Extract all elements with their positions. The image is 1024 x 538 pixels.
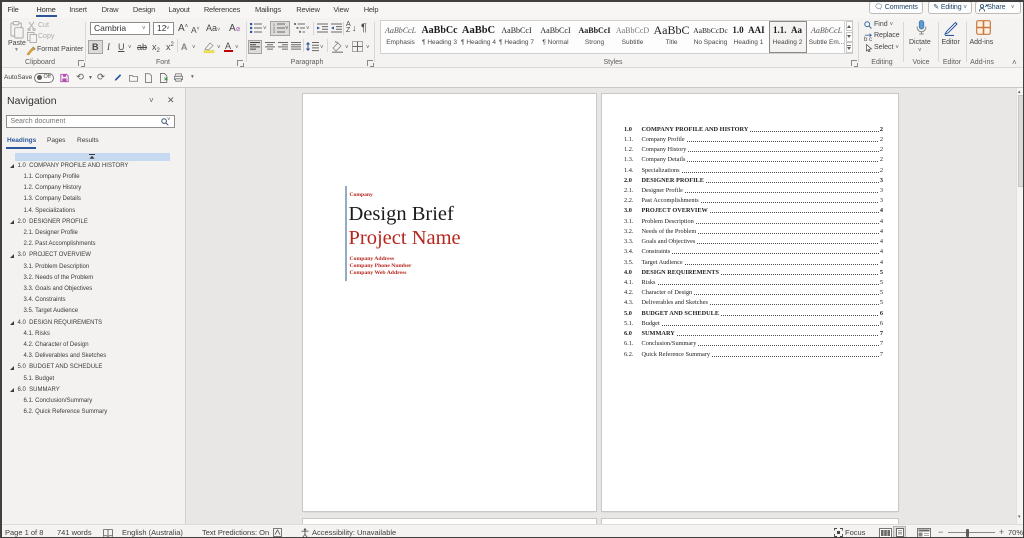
svg-text:3: 3 [273, 30, 275, 33]
svg-text:c: c [869, 37, 872, 41]
svg-text:b: b [864, 37, 868, 41]
